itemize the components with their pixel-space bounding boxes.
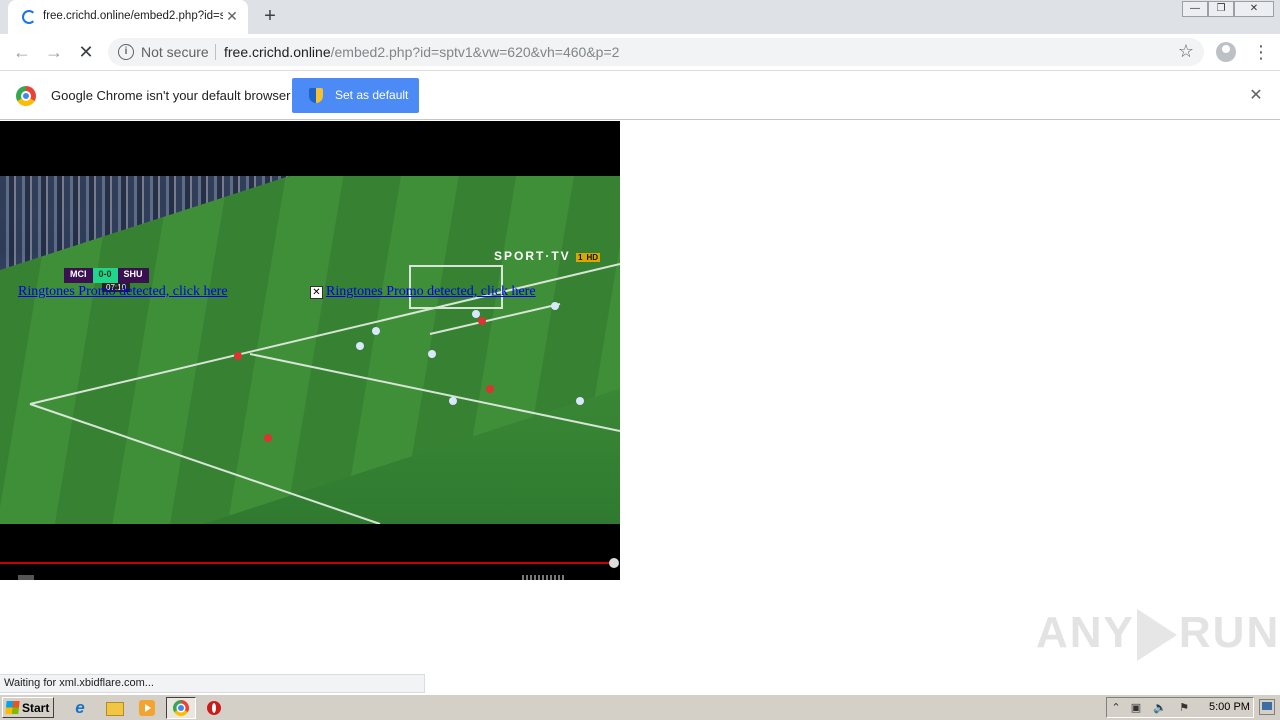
ad-link-left[interactable]: Ringtones Promo detected, click here: [18, 284, 228, 300]
set-as-default-label: Set as default: [335, 88, 409, 102]
tray-expand-icon[interactable]: ⌃: [1109, 701, 1123, 715]
scoreboard: MCI 0-0 SHU: [64, 268, 149, 283]
file-explorer-icon[interactable]: [104, 698, 124, 718]
info-icon[interactable]: i: [118, 44, 134, 60]
browser-tab[interactable]: free.crichd.online/embed2.php?id=s ✕: [8, 0, 248, 34]
set-as-default-button[interactable]: Set as default: [292, 78, 419, 113]
video-frame: MCI 0-0 SHU 07:10 SPORT·TV 1 HD Ringtones…: [0, 176, 620, 524]
star-icon[interactable]: ☆: [1178, 41, 1194, 62]
chrome-logo-icon: [16, 86, 36, 106]
volume-icon[interactable]: 🔈: [1153, 701, 1167, 715]
watermark-play-icon: [1136, 609, 1177, 662]
start-button[interactable]: Start: [2, 697, 54, 718]
chrome-taskbar-icon[interactable]: [166, 697, 196, 719]
restore-button[interactable]: ❐: [1208, 1, 1234, 17]
stop-loading-button[interactable]: ✕: [74, 40, 98, 64]
ad-link-right[interactable]: Ringtones Promo detected, click here: [326, 284, 536, 300]
windows-logo-icon: [5, 701, 20, 714]
internet-explorer-icon[interactable]: e: [70, 698, 90, 718]
forward-button[interactable]: →: [42, 40, 66, 64]
browser-toolbar: ← → ✕ i Not secure free.crichd.online/em…: [0, 34, 1280, 71]
show-desktop-icon[interactable]: [1259, 699, 1275, 715]
security-label[interactable]: Not secure: [141, 44, 209, 60]
anyrun-watermark: ANY RUN: [1036, 608, 1278, 672]
media-player-icon[interactable]: [137, 698, 157, 718]
address-separator: [215, 44, 216, 60]
menu-icon[interactable]: ⋮: [1252, 40, 1270, 64]
infobar-message: Google Chrome isn't your default browser: [51, 88, 291, 103]
team-home: MCI: [64, 268, 93, 283]
tab-loading-icon: [22, 10, 36, 24]
progress-scrubber[interactable]: [608, 558, 619, 568]
watermark-left: ANY: [1036, 608, 1135, 657]
infobar-close-icon[interactable]: ✕: [1247, 87, 1265, 105]
minimize-button[interactable]: —: [1182, 1, 1208, 17]
url-path: /embed2.php?id=sptv1&vw=620&vh=460&p=2: [330, 44, 620, 60]
taskbar: Start e ⌃ ▣ 🔈 ⚑ 5:00 PM: [0, 694, 1280, 720]
status-bubble: Waiting for xml.xbidflare.com...: [0, 674, 425, 693]
url-text[interactable]: free.crichd.online/embed2.php?id=sptv1&v…: [224, 44, 619, 60]
url-host: free.crichd.online: [224, 44, 331, 60]
window-close-button[interactable]: ✕: [1234, 1, 1274, 17]
title-bar: free.crichd.online/embed2.php?id=s ✕ + —…: [0, 0, 1280, 34]
pitch-lines: [29, 263, 620, 524]
taskbar-clock[interactable]: 5:00 PM: [1209, 701, 1250, 713]
channel-name: SPORT·TV: [494, 249, 571, 263]
tab-close-icon[interactable]: ✕: [224, 8, 240, 24]
team-away: SHU: [117, 268, 149, 283]
tab-title: free.crichd.online/embed2.php?id=s: [43, 10, 223, 22]
start-label: Start: [22, 701, 50, 715]
score: 0-0: [92, 268, 118, 283]
video-player[interactable]: MCI 0-0 SHU 07:10 SPORT·TV 1 HD Ringtones…: [0, 121, 620, 580]
channel-hd-badge: HD: [584, 253, 601, 262]
ad-close-icon[interactable]: ✕: [310, 286, 323, 299]
watermark-right: RUN: [1178, 608, 1280, 657]
video-progress-bar[interactable]: [0, 562, 614, 564]
default-browser-infobar: Google Chrome isn't your default browser…: [0, 72, 1280, 120]
uac-shield-icon: [309, 88, 323, 103]
opera-icon[interactable]: [204, 698, 224, 718]
avatar-icon[interactable]: [1216, 42, 1236, 62]
address-bar[interactable]: i Not secure free.crichd.online/embed2.p…: [108, 38, 1204, 66]
play-control[interactable]: [18, 575, 34, 580]
volume-control[interactable]: [522, 575, 564, 580]
new-tab-button[interactable]: +: [259, 6, 281, 28]
channel-logo: SPORT·TV 1 HD: [494, 249, 601, 263]
network-icon[interactable]: ▣: [1129, 701, 1143, 715]
action-center-flag-icon[interactable]: ⚑: [1177, 701, 1191, 715]
back-button[interactable]: ←: [10, 40, 34, 64]
